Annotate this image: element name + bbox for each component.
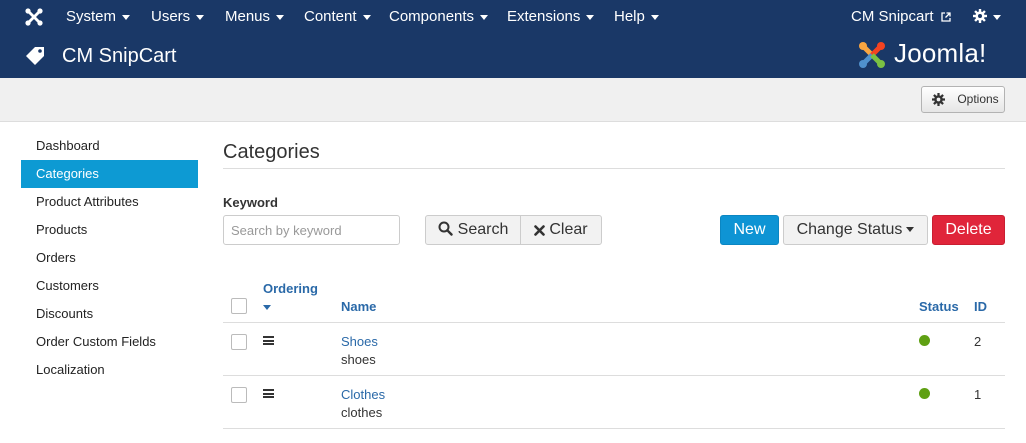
joomla-brand-logo: Joomla! xyxy=(856,37,1006,73)
row-alias: shoes xyxy=(341,352,376,367)
options-button[interactable]: Options xyxy=(921,86,1005,113)
row-checkbox[interactable] xyxy=(231,334,247,350)
delete-button[interactable]: Delete xyxy=(932,215,1005,245)
component-title: CM SnipCart xyxy=(62,45,177,67)
menu-components[interactable]: Components xyxy=(389,0,489,34)
menu-label: Components xyxy=(389,8,475,25)
component-header: CM SnipCart Joomla! xyxy=(0,34,1026,78)
chevron-down-icon xyxy=(906,227,915,233)
menu-extensions[interactable]: Extensions xyxy=(507,0,595,34)
menu-content[interactable]: Content xyxy=(304,0,371,34)
options-label: Options xyxy=(957,92,999,106)
column-header-name[interactable]: Name xyxy=(341,299,376,314)
sidebar-item-orders[interactable]: Orders xyxy=(21,244,198,272)
divider xyxy=(223,168,1005,169)
clear-label: Clear xyxy=(549,221,588,238)
chevron-down-icon xyxy=(122,14,131,20)
menu-users[interactable]: Users xyxy=(151,0,205,34)
published-icon[interactable] xyxy=(919,388,930,399)
user-settings-menu[interactable] xyxy=(973,0,1001,34)
chevron-down-icon xyxy=(480,14,489,20)
external-link-icon xyxy=(941,12,951,22)
menu-label: Content xyxy=(304,8,357,25)
menu-system[interactable]: System xyxy=(66,0,131,34)
sidebar-item-product-attributes[interactable]: Product Attributes xyxy=(21,188,198,216)
row-id: 1 xyxy=(974,387,982,402)
chevron-down-icon xyxy=(362,14,371,20)
row-name-link[interactable]: Shoes xyxy=(341,334,378,349)
menu-label: Users xyxy=(151,8,191,25)
menu-label: Help xyxy=(614,8,645,25)
gear-icon xyxy=(973,9,987,23)
brand-text: Joomla! xyxy=(894,38,987,68)
chevron-down-icon xyxy=(586,14,595,20)
toolbar: Options xyxy=(0,78,1026,122)
row-id: 2 xyxy=(974,334,982,349)
divider xyxy=(223,428,1005,429)
chevron-down-icon xyxy=(196,14,205,20)
row-name-link[interactable]: Clothes xyxy=(341,387,385,402)
search-label: Search xyxy=(457,221,509,238)
sidebar-item-order-custom-fields[interactable]: Order Custom Fields xyxy=(21,328,198,356)
row-alias: clothes xyxy=(341,405,383,420)
sidebar-item-categories[interactable]: Categories xyxy=(21,160,198,188)
menu-menus[interactable]: Menus xyxy=(225,0,285,34)
chevron-down-icon xyxy=(650,14,659,20)
sort-descending-icon[interactable] xyxy=(263,305,271,310)
site-link-label: CM Snipcart xyxy=(851,8,934,25)
joomla-logo-icon xyxy=(859,42,885,68)
search-icon xyxy=(438,221,453,236)
search-button[interactable]: Search xyxy=(425,215,521,245)
row-checkbox[interactable] xyxy=(231,387,247,403)
column-header-id[interactable]: ID xyxy=(974,299,987,314)
divider xyxy=(223,375,1005,376)
sidebar-item-localization[interactable]: Localization xyxy=(21,356,198,384)
search-input[interactable] xyxy=(223,215,400,245)
select-all-checkbox[interactable] xyxy=(231,298,247,314)
site-link[interactable]: CM Snipcart xyxy=(851,0,951,34)
menu-help[interactable]: Help xyxy=(614,0,659,34)
sidebar: Dashboard Categories Product Attributes … xyxy=(21,132,198,384)
page-title: Categories xyxy=(223,141,320,163)
published-icon[interactable] xyxy=(919,335,930,346)
clear-button[interactable]: Clear xyxy=(520,215,602,245)
sidebar-item-products[interactable]: Products xyxy=(21,216,198,244)
drag-handle-icon[interactable] xyxy=(263,336,274,345)
change-status-button[interactable]: Change Status xyxy=(783,215,928,245)
sidebar-item-customers[interactable]: Customers xyxy=(21,272,198,300)
gear-icon xyxy=(932,93,945,106)
keyword-label: Keyword xyxy=(223,195,278,210)
chevron-down-icon xyxy=(276,14,285,20)
new-button[interactable]: New xyxy=(720,215,779,245)
drag-handle-icon[interactable] xyxy=(263,389,274,398)
change-status-label: Change Status xyxy=(796,221,903,238)
top-navbar: System Users Menus Content Components Ex… xyxy=(0,0,1026,34)
column-header-ordering[interactable]: Ordering xyxy=(263,281,318,296)
joomla-icon[interactable] xyxy=(24,7,44,27)
tag-icon xyxy=(26,47,44,65)
sidebar-item-dashboard[interactable]: Dashboard xyxy=(21,132,198,160)
menu-label: Extensions xyxy=(507,8,581,25)
sidebar-item-discounts[interactable]: Discounts xyxy=(21,300,198,328)
menu-label: Menus xyxy=(225,8,271,25)
chevron-down-icon xyxy=(993,14,1001,20)
menu-label: System xyxy=(66,8,117,25)
column-header-status[interactable]: Status xyxy=(919,299,959,314)
divider xyxy=(223,322,1005,323)
close-icon xyxy=(534,225,546,236)
